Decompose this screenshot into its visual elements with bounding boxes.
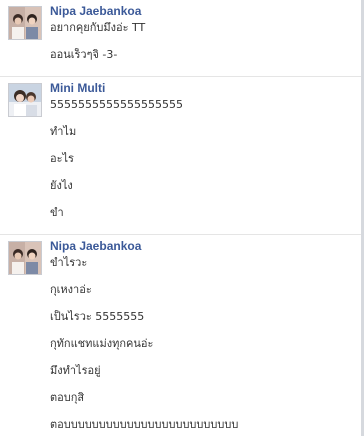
message-text: อยากคุยกับมึงอ่ะ TT	[50, 21, 146, 34]
message-group: Nipa Jaebankoa อยากคุยกับมึงอ่ะ TT ออนเร…	[0, 0, 361, 76]
sender-avatar[interactable]	[8, 83, 42, 117]
profile-photo-avatar-icon	[9, 7, 41, 39]
message-text: ขำไรวะ	[50, 256, 88, 269]
message-thread: Nipa Jaebankoa อยากคุยกับมึงอ่ะ TT ออนเร…	[0, 0, 361, 432]
sender-avatar[interactable]	[8, 6, 42, 40]
message-text: ทำไม	[50, 125, 77, 138]
message-text: ออนเร็วๆจิ -3-	[50, 48, 118, 61]
message-text: 5555555555555555555	[50, 98, 183, 111]
chat-conversation-pane[interactable]: Nipa Jaebankoa อยากคุยกับมึงอ่ะ TT ออนเร…	[0, 0, 361, 436]
message-text: ขำ	[50, 206, 64, 219]
sender-name-link[interactable]: Mini Multi	[50, 81, 361, 95]
message-group: Mini Multi 5555555555555555555 ทำไม อะไร…	[0, 76, 361, 234]
message-text: ยังไง	[50, 179, 73, 192]
message-text: กุเหงาอ่ะ	[50, 283, 92, 296]
message-text: มึงทำไรอยู่	[50, 364, 101, 377]
sender-name-link[interactable]: Nipa Jaebankoa	[50, 4, 361, 18]
profile-photo-avatar-icon	[9, 84, 41, 116]
message-text: ตอบบบบบบบบบบบบบบบบบบบบบบบบบ	[50, 418, 239, 431]
sender-avatar[interactable]	[8, 241, 42, 275]
message-group: Nipa Jaebankoa ขำไรวะ กุเหงาอ่ะ เป็นไรวะ…	[0, 234, 361, 432]
message-text: ตอบกุสิ	[50, 391, 85, 404]
message-text: กุทักแชทแม่งทุกคนอ่ะ	[50, 337, 154, 350]
message-text: อะไร	[50, 152, 74, 165]
message-text: เป็นไรวะ 5555555	[50, 310, 145, 323]
sender-name-link[interactable]: Nipa Jaebankoa	[50, 239, 361, 253]
profile-photo-avatar-icon	[9, 242, 41, 274]
